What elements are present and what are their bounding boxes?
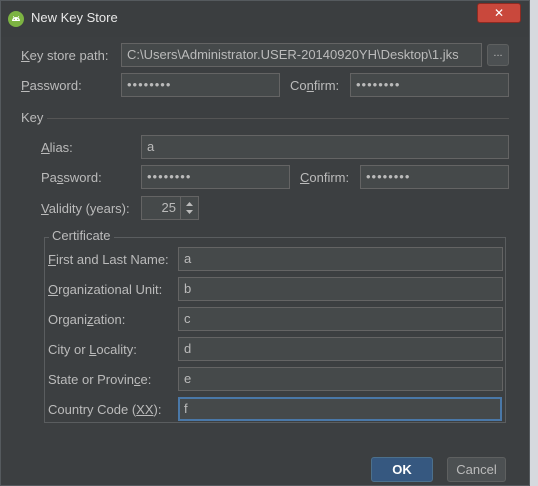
- keystore-path-label: Key store path:: [21, 48, 109, 63]
- alias-label: Alias:: [41, 140, 73, 155]
- close-icon: ✕: [493, 6, 505, 20]
- cancel-button[interactable]: Cancel: [447, 457, 506, 482]
- key-confirm-label: Confirm:: [300, 170, 350, 185]
- validity-value[interactable]: 25: [162, 197, 176, 219]
- window-title: New Key Store: [31, 10, 118, 25]
- country-code-input[interactable]: f: [178, 397, 502, 421]
- title-bar: New Key Store ✕: [1, 1, 529, 37]
- keystore-password-label: Password:: [21, 78, 82, 93]
- keystore-path-input[interactable]: C:\Users\Administrator.USER-20140920YH\D…: [121, 43, 482, 67]
- spinner-down-icon[interactable]: [186, 210, 193, 214]
- city-locality-label: City or Locality:: [48, 342, 137, 357]
- browse-button[interactable]: ...: [487, 44, 509, 66]
- validity-spinner[interactable]: 25: [141, 196, 199, 220]
- country-code-label: Country Code (XX):: [48, 402, 162, 417]
- ok-button[interactable]: OK: [371, 457, 433, 482]
- organization-input[interactable]: c: [178, 307, 503, 331]
- organizational-unit-label: Organizational Unit:: [48, 282, 163, 297]
- keystore-confirm-label: Confirm:: [290, 78, 340, 93]
- android-icon: [8, 11, 24, 27]
- keystore-confirm-input[interactable]: ••••••••: [350, 73, 509, 97]
- first-last-name-label: First and Last Name:: [48, 252, 169, 267]
- key-section-separator: [47, 118, 509, 119]
- validity-label: Validity (years):: [41, 201, 130, 216]
- alias-input[interactable]: a: [141, 135, 509, 159]
- organization-label: Organization:: [48, 312, 126, 327]
- certificate-group-title: Certificate: [49, 228, 114, 244]
- key-password-label: Password:: [41, 170, 102, 185]
- key-password-input[interactable]: ••••••••: [141, 165, 290, 189]
- key-confirm-input[interactable]: ••••••••: [360, 165, 509, 189]
- organizational-unit-input[interactable]: b: [178, 277, 503, 301]
- close-button[interactable]: ✕: [477, 3, 521, 23]
- key-section-label: Key: [21, 110, 44, 125]
- city-locality-input[interactable]: d: [178, 337, 503, 361]
- state-province-label: State or Province:: [48, 372, 152, 387]
- new-key-store-dialog: New Key Store ✕ Key store path: C:\Users…: [0, 0, 530, 486]
- spinner-up-icon[interactable]: [186, 202, 193, 206]
- keystore-password-input[interactable]: ••••••••: [121, 73, 280, 97]
- state-province-input[interactable]: e: [178, 367, 503, 391]
- spinner-arrows[interactable]: [180, 197, 198, 219]
- first-last-name-input[interactable]: a: [178, 247, 503, 271]
